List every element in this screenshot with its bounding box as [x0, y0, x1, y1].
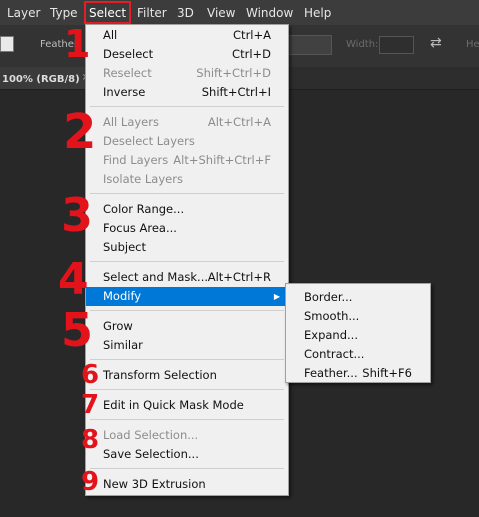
- select-menu-item[interactable]: Reselect Shift+Ctrl+D: [86, 64, 288, 83]
- select-menu-item[interactable]: Subject: [86, 238, 288, 257]
- menu-separator: [90, 389, 284, 390]
- group-number-8: 8: [81, 425, 100, 455]
- submenu-item-shortcut: Shift+F6: [362, 366, 412, 380]
- menu-item-label: Subject: [103, 240, 146, 254]
- submenu-item-label: Border...: [304, 290, 353, 304]
- menu-filter[interactable]: Filter: [137, 0, 167, 25]
- select-menu-item[interactable]: Isolate Layers: [86, 170, 288, 189]
- group-number-6: 6: [81, 360, 100, 390]
- submenu-item-label: Expand...: [304, 328, 358, 342]
- select-menu-item[interactable]: Load Selection...: [86, 426, 288, 445]
- height-label: He: [466, 39, 479, 50]
- menu-item-label: Isolate Layers: [103, 172, 183, 186]
- select-menu-item[interactable]: All Ctrl+A: [86, 26, 288, 45]
- menu-item-label: Deselect: [103, 47, 154, 61]
- select-menu-item[interactable]: Edit in Quick Mask Mode: [86, 396, 288, 415]
- menu-item-shortcut: Alt+Ctrl+A: [207, 115, 271, 129]
- menu-item-shortcut: Shift+Ctrl+D: [196, 66, 271, 80]
- menu-help[interactable]: Help: [304, 0, 331, 25]
- modify-submenu-item[interactable]: Border...: [286, 288, 430, 307]
- menu-item-label: Deselect Layers: [103, 134, 195, 148]
- group-number-3: 3: [61, 188, 94, 242]
- select-menu-item[interactable]: Similar: [86, 336, 288, 355]
- modify-submenu: Border... Smooth... Expand... Contract... Fe…: [285, 283, 431, 383]
- select-menu-item[interactable]: Save Selection...: [86, 445, 288, 464]
- menu-separator: [90, 359, 284, 360]
- select-menu-item[interactable]: Grow: [86, 317, 288, 336]
- menu-item-label: Color Range...: [103, 202, 185, 216]
- menu-item-label: Inverse: [103, 85, 146, 99]
- group-number-1: 1: [64, 22, 91, 66]
- menu-item-label: Find Layers: [103, 153, 169, 167]
- swap-arrows-icon[interactable]: ⇄: [430, 35, 442, 51]
- menu-separator: [90, 193, 284, 194]
- group-number-7: 7: [81, 390, 100, 420]
- menu-item-label: Similar: [103, 338, 143, 352]
- group-number-9: 9: [81, 467, 100, 497]
- menu-item-label: Save Selection...: [103, 447, 199, 461]
- select-menu-item[interactable]: Select and Mask... Alt+Ctrl+R: [86, 268, 288, 287]
- menu-separator: [90, 419, 284, 420]
- select-menu-item[interactable]: Color Range...: [86, 200, 288, 219]
- width-field[interactable]: [379, 36, 414, 54]
- menu-item-label: Modify: [103, 289, 142, 303]
- menu-separator: [90, 468, 284, 469]
- group-number-5: 5: [61, 303, 94, 357]
- select-menu-item[interactable]: New 3D Extrusion: [86, 475, 288, 494]
- submenu-item-label: Feather...: [304, 366, 358, 380]
- menu-3d[interactable]: 3D: [177, 0, 194, 25]
- menu-item-label: All: [103, 28, 118, 42]
- group-number-4: 4: [58, 254, 89, 305]
- menu-item-label: Edit in Quick Mask Mode: [103, 398, 244, 412]
- select-menu-item[interactable]: Focus Area...: [86, 219, 288, 238]
- submenu-arrow-icon: ▶: [273, 292, 280, 301]
- document-tab[interactable]: 100% (RGB/8) ×: [0, 67, 96, 89]
- menu-separator: [90, 310, 284, 311]
- menu-item-shortcut: Ctrl+D: [232, 47, 271, 61]
- menu-item-label: Grow: [103, 319, 133, 333]
- select-menu-item[interactable]: Find Layers Alt+Shift+Ctrl+F: [86, 151, 288, 170]
- select-menu-item[interactable]: All Layers Alt+Ctrl+A: [86, 113, 288, 132]
- menu-item-label: Reselect: [103, 66, 152, 80]
- width-label: Width:: [346, 39, 379, 50]
- select-menu-item[interactable]: Inverse Shift+Ctrl+I: [86, 83, 288, 102]
- modify-submenu-item[interactable]: Smooth...: [286, 307, 430, 326]
- menu-layer[interactable]: Layer: [7, 0, 40, 25]
- menu-item-shortcut: Alt+Shift+Ctrl+F: [173, 153, 271, 167]
- submenu-item-label: Smooth...: [304, 309, 360, 323]
- modify-submenu-item[interactable]: Expand...: [286, 326, 430, 345]
- menu-item-label: All Layers: [103, 115, 159, 129]
- menu-item-shortcut: Ctrl+A: [233, 28, 271, 42]
- menu-select[interactable]: Select: [84, 1, 132, 24]
- document-tab-label: 100% (RGB/8): [2, 74, 80, 85]
- menu-item-label: Transform Selection: [103, 368, 217, 382]
- modify-submenu-item[interactable]: Feather... Shift+F6: [286, 364, 430, 383]
- menu-item-label: Focus Area...: [103, 221, 177, 235]
- select-menu-item[interactable]: Deselect Layers: [86, 132, 288, 151]
- modify-submenu-item[interactable]: Contract...: [286, 345, 430, 364]
- menu-item-shortcut: Shift+Ctrl+I: [201, 85, 271, 99]
- marquee-tool-icon[interactable]: [0, 36, 14, 52]
- menu-item-shortcut: Alt+Ctrl+R: [207, 270, 271, 284]
- select-menu-item[interactable]: Transform Selection: [86, 366, 288, 385]
- menu-separator: [90, 261, 284, 262]
- select-menu-dropdown: All Ctrl+A Deselect Ctrl+D Reselect Shift+Ctr…: [85, 24, 289, 496]
- menu-window[interactable]: Window: [246, 0, 293, 25]
- group-number-2: 2: [63, 104, 97, 160]
- menu-item-label: Select and Mask...: [103, 270, 209, 284]
- menu-item-label: New 3D Extrusion: [103, 477, 206, 491]
- select-menu-item[interactable]: Deselect Ctrl+D: [86, 45, 288, 64]
- menu-item-label: Load Selection...: [103, 428, 199, 442]
- submenu-item-label: Contract...: [304, 347, 365, 361]
- menu-separator: [90, 106, 284, 107]
- select-menu-item[interactable]: Modify ▶: [86, 287, 288, 306]
- menu-view[interactable]: View: [207, 0, 235, 25]
